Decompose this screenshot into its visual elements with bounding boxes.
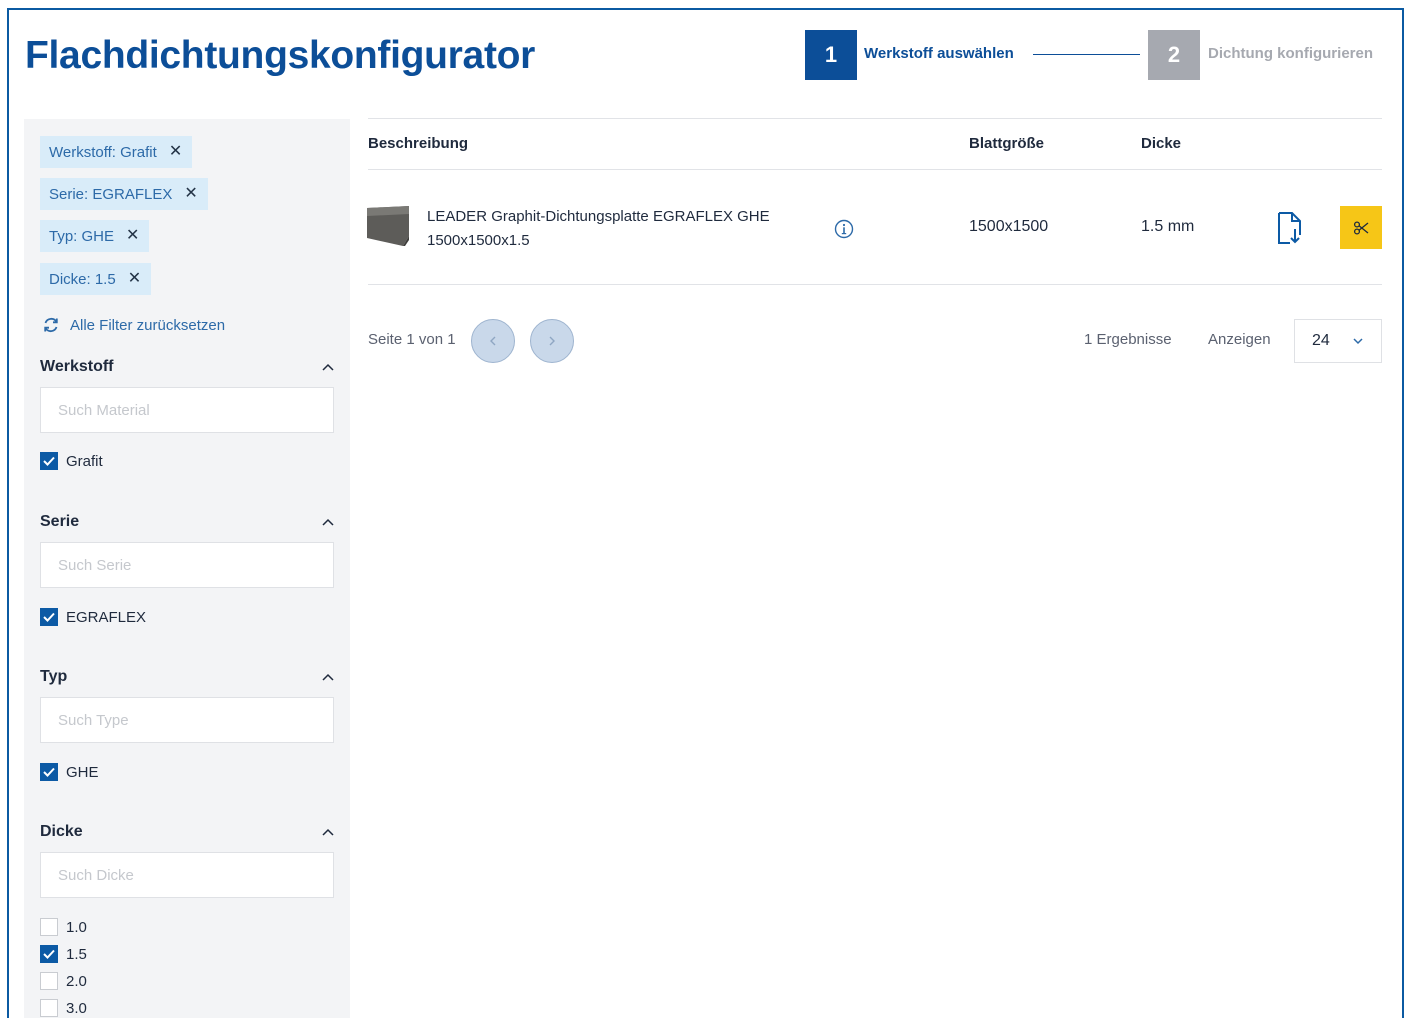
checkbox-thickness-1-5[interactable]: 1.5 (40, 945, 87, 963)
filter-chip-typ[interactable]: Typ: GHE ✕ (40, 220, 150, 252)
close-icon[interactable]: ✕ (169, 144, 182, 160)
chevron-down-icon (1353, 338, 1363, 345)
checkbox-egraflex[interactable]: EGRAFLEX (40, 608, 146, 626)
checkbox-checked-icon[interactable] (40, 945, 58, 963)
chevron-up-icon[interactable] (322, 828, 334, 836)
checkbox-thickness-2-0[interactable]: 2.0 (40, 972, 87, 990)
section-header-typ[interactable]: Typ (40, 666, 334, 688)
chevron-up-icon[interactable] (322, 673, 334, 681)
filter-chip-werkstoff[interactable]: Werkstoff: Grafit ✕ (40, 136, 193, 168)
chip-label: Typ: GHE (49, 227, 115, 245)
chip-label: Serie: EGRAFLEX (49, 185, 173, 203)
section-title: Werkstoff (40, 358, 114, 375)
document-download-icon[interactable] (1276, 211, 1304, 245)
checkbox-label: 1.0 (66, 918, 87, 936)
checkbox-label: Grafit (66, 452, 103, 470)
close-icon[interactable]: ✕ (126, 228, 139, 244)
page-indicator: Seite 1 von 1 (368, 331, 456, 348)
section-header-werkstoff[interactable]: Werkstoff (40, 356, 334, 378)
type-search-input[interactable] (40, 697, 334, 743)
previous-page-button[interactable] (471, 319, 515, 363)
checkbox-thickness-3-0[interactable]: 3.0 (40, 999, 87, 1017)
checkbox-label: 2.0 (66, 972, 87, 990)
chip-label: Dicke: 1.5 (49, 270, 116, 288)
checkbox-thickness-1-0[interactable]: 1.0 (40, 918, 87, 936)
checkbox-unchecked-icon[interactable] (40, 918, 58, 936)
table-header-divider (368, 169, 1382, 170)
reset-filters-label: Alle Filter zurücksetzen (70, 316, 226, 334)
page-title: Flachdichtungskonfigurator (25, 34, 536, 77)
chip-label: Werkstoff: Grafit (49, 143, 157, 161)
checkbox-ghe[interactable]: GHE (40, 763, 99, 781)
per-page-value: 24 (1312, 332, 1330, 349)
scissors-icon (1353, 220, 1369, 235)
product-dimensions: 1500x1500x1.5 (427, 232, 530, 249)
checkbox-checked-icon[interactable] (40, 763, 58, 781)
series-search-input[interactable] (40, 542, 334, 588)
close-icon[interactable]: ✕ (184, 186, 197, 202)
section-title: Dicke (40, 823, 83, 840)
checkbox-checked-icon[interactable] (40, 608, 58, 626)
chevron-left-icon (490, 336, 496, 346)
next-page-button[interactable] (530, 319, 574, 363)
thickness-search-input[interactable] (40, 852, 334, 898)
table-top-divider (368, 118, 1382, 119)
checkbox-label: 3.0 (66, 999, 87, 1017)
filter-chip-serie[interactable]: Serie: EGRAFLEX ✕ (40, 178, 208, 210)
chevron-up-icon[interactable] (322, 518, 334, 526)
configure-cut-button[interactable] (1340, 206, 1382, 249)
step-2-label[interactable]: Dichtung konfigurieren (1208, 45, 1373, 62)
checkbox-unchecked-icon[interactable] (40, 999, 58, 1017)
filter-chip-dicke[interactable]: Dicke: 1.5 ✕ (40, 263, 152, 295)
product-thumbnail[interactable] (367, 206, 411, 246)
step-2-badge[interactable]: 2 (1148, 30, 1200, 80)
per-page-select[interactable]: 24 (1294, 319, 1382, 363)
thickness-cell: 1.5 mm (1141, 218, 1195, 235)
step-1-badge[interactable]: 1 (805, 30, 857, 80)
checkbox-grafit[interactable]: Grafit (40, 452, 103, 470)
product-description[interactable]: LEADER Graphit-Dichtungsplatte EGRAFLEX … (427, 205, 807, 253)
checkbox-checked-icon[interactable] (40, 452, 58, 470)
section-title: Serie (40, 513, 80, 530)
table-bottom-divider (368, 284, 1382, 285)
column-header-description[interactable]: Beschreibung (368, 135, 468, 152)
chevron-right-icon (549, 336, 555, 346)
info-icon[interactable] (834, 219, 854, 239)
checkbox-label: 1.5 (66, 945, 87, 963)
column-header-sheet-size[interactable]: Blattgröße (969, 135, 1044, 152)
column-header-thickness[interactable]: Dicke (1141, 135, 1181, 152)
checkbox-unchecked-icon[interactable] (40, 972, 58, 990)
checkbox-label: EGRAFLEX (66, 608, 147, 626)
step-connector (1033, 54, 1140, 55)
results-count: 1 Ergebnisse (1084, 331, 1172, 348)
reset-filters-link[interactable]: Alle Filter zurücksetzen (41, 315, 225, 335)
refresh-icon (44, 317, 58, 333)
chevron-up-icon[interactable] (322, 363, 334, 371)
section-title: Typ (40, 668, 68, 685)
section-header-serie[interactable]: Serie (40, 511, 334, 533)
product-name: LEADER Graphit-Dichtungsplatte EGRAFLEX … (427, 208, 770, 225)
material-search-input[interactable] (40, 387, 334, 433)
step-1-label[interactable]: Werkstoff auswählen (864, 45, 1014, 62)
close-icon[interactable]: ✕ (128, 271, 141, 287)
checkbox-label: GHE (66, 763, 99, 781)
section-header-dicke[interactable]: Dicke (40, 821, 334, 843)
per-page-label: Anzeigen (1208, 331, 1271, 348)
sheet-size-cell: 1500x1500 (969, 218, 1049, 235)
